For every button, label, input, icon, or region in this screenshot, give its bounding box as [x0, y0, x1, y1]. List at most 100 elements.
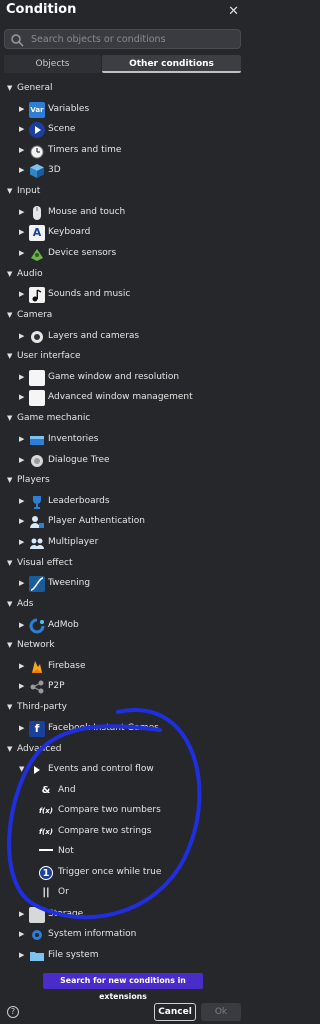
item-storage[interactable]: ▶ Storage — [0, 906, 247, 924]
condition-compare-numbers[interactable]: f(x) Compare two numbers — [0, 802, 247, 820]
item-events-control-flow[interactable]: ▼ Events and control flow — [0, 761, 247, 779]
item-scene[interactable]: ▶ Scene — [0, 121, 247, 139]
ok-button[interactable]: Ok — [201, 1003, 241, 1021]
category-advanced[interactable]: ▼ Advanced — [0, 741, 247, 759]
category-user-interface[interactable]: ▼ User interface — [0, 348, 247, 366]
expand-arrow-icon: ▼ — [7, 84, 13, 92]
expand-arrow-icon: ▼ — [19, 765, 25, 773]
item-leaderboards[interactable]: ▶ Leaderboards — [0, 493, 247, 511]
window-icon — [29, 390, 45, 406]
category-general[interactable]: ▼ General — [0, 80, 247, 98]
item-layers-cameras[interactable]: ▶ Layers and cameras — [0, 328, 247, 346]
close-icon[interactable]: ✕ — [228, 4, 239, 19]
category-third-party[interactable]: ▼ Third-party — [0, 699, 247, 717]
p2p-network-icon — [29, 679, 45, 695]
item-label: Device sensors — [48, 248, 117, 258]
condition-not[interactable]: Not — [0, 843, 247, 861]
search-placeholder: Search objects or conditions — [31, 34, 166, 45]
camera-icon — [29, 329, 45, 345]
expand-arrow-icon: ▼ — [7, 703, 13, 711]
device-sensor-icon — [29, 246, 45, 262]
item-multiplayer[interactable]: ▶ Multiplayer — [0, 534, 247, 552]
firebase-flame-icon — [29, 659, 45, 675]
item-p2p[interactable]: ▶ P2P — [0, 678, 247, 696]
collapsed-arrow-icon: ▶ — [19, 125, 25, 133]
item-keyboard[interactable]: ▶ A Keyboard — [0, 224, 247, 242]
condition-trigger-once[interactable]: 1 Trigger once while true — [0, 864, 247, 882]
item-file-system[interactable]: ▶ File system — [0, 947, 247, 965]
collapsed-arrow-icon: ▶ — [19, 393, 25, 401]
cube-icon — [29, 163, 45, 179]
item-admob[interactable]: ▶ AdMob — [0, 617, 247, 635]
expand-arrow-icon: ▼ — [7, 414, 13, 422]
inventory-icon — [29, 432, 45, 448]
collapsed-arrow-icon: ▶ — [19, 538, 25, 546]
item-mouse[interactable]: ▶ Mouse and touch — [0, 204, 247, 222]
expand-arrow-icon: ▼ — [7, 641, 13, 649]
item-system-information[interactable]: ▶ System information — [0, 926, 247, 944]
category-label: Advanced — [17, 744, 62, 754]
tab-objects[interactable]: Objects — [4, 55, 101, 73]
item-label: Layers and cameras — [48, 331, 140, 341]
play-triangle-icon — [29, 762, 45, 778]
keyboard-key-icon: A — [29, 225, 45, 241]
item-game-window[interactable]: ▶ Game window and resolution — [0, 369, 247, 387]
item-label: AdMob — [48, 620, 79, 630]
item-tweening[interactable]: ▶ Tweening — [0, 575, 247, 593]
item-facebook[interactable]: ▶ f Facebook Instant Games — [0, 720, 247, 738]
item-label: Facebook Instant Games — [48, 723, 159, 733]
item-label: System information — [48, 929, 137, 939]
tween-curve-icon — [29, 576, 45, 592]
item-sounds[interactable]: ▶ Sounds and music — [0, 286, 247, 304]
scene-icon — [29, 122, 45, 138]
collapsed-arrow-icon: ▶ — [19, 724, 25, 732]
tab-bar: Objects Other conditions — [4, 55, 241, 73]
collapsed-arrow-icon: ▶ — [19, 910, 25, 918]
item-label: Mouse and touch — [48, 207, 126, 217]
collapsed-arrow-icon: ▶ — [19, 682, 25, 690]
search-extensions-button[interactable]: Search for new conditions in extensions — [43, 973, 203, 1001]
tab-other-conditions[interactable]: Other conditions — [102, 55, 241, 73]
category-game-mechanic[interactable]: ▼ Game mechanic — [0, 410, 247, 428]
item-dialogue-tree[interactable]: ▶ Dialogue Tree — [0, 452, 247, 470]
item-firebase[interactable]: ▶ Firebase — [0, 658, 247, 676]
condition-or[interactable]: || Or — [0, 884, 247, 902]
item-advanced-window[interactable]: ▶ Advanced window management — [0, 389, 247, 407]
item-timers[interactable]: ▶ Timers and time — [0, 142, 247, 160]
expand-arrow-icon: ▼ — [7, 745, 13, 753]
category-label: Camera — [17, 310, 53, 320]
expand-arrow-icon: ▼ — [7, 352, 13, 360]
category-camera[interactable]: ▼ Camera — [0, 307, 247, 325]
help-icon[interactable]: ? — [7, 1006, 19, 1018]
item-label: Advanced window management — [48, 392, 193, 402]
item-variables[interactable]: ▶ Var Variables — [0, 101, 247, 119]
condition-compare-strings[interactable]: f(x) Compare two strings — [0, 823, 247, 841]
cancel-button[interactable]: Cancel — [154, 1003, 196, 1021]
category-visual-effect[interactable]: ▼ Visual effect — [0, 555, 247, 573]
item-inventories[interactable]: ▶ Inventories — [0, 431, 247, 449]
category-network[interactable]: ▼ Network — [0, 637, 247, 655]
trophy-icon — [29, 494, 45, 510]
condition-and[interactable]: & And — [0, 782, 247, 800]
category-players[interactable]: ▼ Players — [0, 472, 247, 490]
search-input[interactable]: Search objects or conditions — [4, 29, 241, 49]
category-input[interactable]: ▼ Input — [0, 183, 247, 201]
item-label: 3D — [48, 165, 61, 175]
condition-label: Compare two strings — [58, 826, 152, 836]
category-label: Input — [17, 186, 41, 196]
function-icon: f(x) — [39, 828, 53, 836]
expand-arrow-icon: ▼ — [7, 270, 13, 278]
condition-label: Or — [58, 887, 69, 897]
category-label: General — [17, 83, 53, 93]
item-device-sensors[interactable]: ▶ Device sensors — [0, 245, 247, 263]
or-icon: || — [42, 887, 50, 898]
category-audio[interactable]: ▼ Audio — [0, 266, 247, 284]
collapsed-arrow-icon: ▶ — [19, 435, 25, 443]
item-3d[interactable]: ▶ 3D — [0, 162, 247, 180]
category-ads[interactable]: ▼ Ads — [0, 596, 247, 614]
item-label: Sounds and music — [48, 289, 131, 299]
item-label: Game window and resolution — [48, 372, 180, 382]
item-player-auth[interactable]: ▶ Player Authentication — [0, 513, 247, 531]
item-label: Events and control flow — [48, 764, 154, 774]
dialog-title: Condition — [6, 2, 77, 17]
